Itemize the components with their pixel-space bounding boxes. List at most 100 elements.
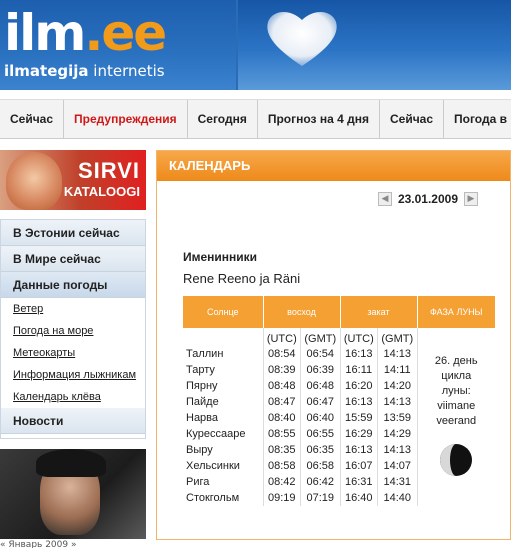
col-header-moon-phase: ФАЗА ЛУНЫ [417, 296, 495, 328]
sunrise-gmt: 06:42 [300, 474, 340, 490]
sunset-utc: 16:20 [339, 378, 378, 394]
sunset-gmt: 14:29 [377, 426, 417, 442]
namedays-value: Rene Reeno ja Räni [183, 271, 301, 286]
sunrise-gmt: 06:39 [300, 362, 340, 378]
main-nav: Сейчас Предупреждения Сегодня Прогноз на… [0, 99, 511, 139]
city-name: Таллин [186, 348, 224, 360]
city-name: Стокгольм [186, 492, 240, 504]
date-navigator: ◀ 23.01.2009 ▶ [377, 191, 478, 207]
current-date: 23.01.2009 [397, 192, 458, 206]
moon-line: veerand [436, 415, 477, 427]
moon-phase-cell: 26. день цикла луны: viimane veerand [416, 328, 495, 506]
calendar-panel: КАЛЕНДАРЬ ◀ 23.01.2009 ▶ Именинники Rene… [156, 150, 511, 540]
sidemenu-link-skiers-info[interactable]: Информация лыжникам [1, 364, 145, 386]
ad-text-line1: SIRVI [77, 158, 140, 183]
moon-phase-text: 26. день цикла луны: viimane veerand [421, 332, 493, 429]
logo-tagline-rest: internetis [88, 62, 165, 80]
city-name: Нарва [186, 412, 219, 424]
col-header-sunrise: восход [263, 296, 341, 328]
sunset-utc: 16:07 [339, 458, 378, 474]
sunset-utc: 16:13 [339, 346, 378, 362]
unit-utc: (UTC) [262, 328, 301, 346]
logo-wordmark: ilm.ee [4, 4, 167, 62]
sidemenu-weather-data[interactable]: Данные погоды [1, 272, 145, 298]
logo-tagline: ilmategija internetis [4, 62, 165, 80]
moon-line: 26. день цикла [434, 355, 478, 382]
sunset-utc: 16:31 [339, 474, 378, 490]
side-menu: В Эстонии сейчас В Мире сейчас Данные по… [0, 219, 146, 439]
ad-text-line2: KATALOOGI [63, 184, 140, 199]
city-name: Рига [186, 476, 210, 488]
col-header-sun: Солнце [183, 296, 264, 328]
sunset-gmt: 14:20 [377, 378, 417, 394]
ad-banner-photo[interactable] [0, 449, 146, 539]
ad-banner-catalog[interactable]: SIRVI KATALOOGI [0, 150, 146, 210]
sunset-gmt: 14:07 [377, 458, 417, 474]
calendar-title: КАЛЕНДАРЬ [157, 151, 510, 181]
sunset-utc: 16:11 [339, 362, 378, 378]
arrow-right-icon[interactable]: ▶ [464, 192, 478, 206]
ad-model-face [6, 152, 62, 210]
sunrise-utc: 08:40 [262, 410, 301, 426]
moon-line: луны: [441, 385, 471, 397]
sunset-gmt: 14:11 [377, 362, 417, 378]
sidemenu-link-fishing-calendar[interactable]: Календарь клёва [1, 386, 145, 408]
sunrise-gmt: 06:35 [300, 442, 340, 458]
city-name: Курессааре [186, 428, 246, 440]
sunset-gmt: 14:40 [377, 490, 417, 506]
sunrise-gmt: 06:55 [300, 426, 340, 442]
unit-utc: (UTC) [339, 328, 378, 346]
sunrise-gmt: 06:54 [300, 346, 340, 362]
nav-item-forecast-4days[interactable]: Прогноз на 4 дня [258, 100, 380, 138]
nav-item-now[interactable]: Сейчас [0, 100, 65, 138]
sunset-gmt: 14:13 [377, 394, 417, 410]
mini-calendar-header[interactable]: « Январь 2009 » [0, 540, 146, 548]
nav-item-world-weather[interactable]: Погода в м [444, 100, 511, 138]
units-row: (UTC) (GMT) (UTC) (GMT) 26. день цикла л… [183, 328, 495, 506]
city-name: Пайде [186, 396, 219, 408]
sunset-gmt: 14:13 [377, 346, 417, 362]
sidemenu-link-sea-weather[interactable]: Погода на море [1, 320, 145, 342]
sunset-gmt: 13:59 [377, 410, 417, 426]
city-name: Хельсинки [186, 460, 240, 472]
nav-item-warnings[interactable]: Предупреждения [64, 100, 188, 138]
sunrise-utc: 08:58 [262, 458, 301, 474]
sidemenu-news[interactable]: Новости [1, 408, 145, 434]
city-name: Выру [186, 444, 213, 456]
sunrise-gmt: 07:19 [300, 490, 340, 506]
sunrise-utc: 08:47 [262, 394, 301, 410]
sunset-utc: 16:40 [339, 490, 378, 506]
nav-item-today[interactable]: Сегодня [188, 100, 258, 138]
cloud-heart-icon [267, 11, 337, 66]
sunrise-gmt: 06:48 [300, 378, 340, 394]
sun-times-table: Солнце восход закат ФАЗА ЛУНЫ (UTC) (GMT… [183, 296, 495, 506]
sunrise-gmt: 06:40 [300, 410, 340, 426]
moon-line: viimane [437, 400, 476, 412]
logo-text-ee: ee [101, 4, 167, 62]
sunrise-gmt: 06:58 [300, 458, 340, 474]
site-header: ilm.ee ilmategija internetis [0, 0, 511, 90]
unit-gmt: (GMT) [300, 328, 340, 346]
sunset-gmt: 14:31 [377, 474, 417, 490]
site-logo[interactable]: ilm.ee ilmategija internetis [0, 0, 236, 90]
nav-item-now-2[interactable]: Сейчас [380, 100, 445, 138]
arrow-left-icon[interactable]: ◀ [377, 192, 392, 206]
sunset-utc: 15:59 [339, 410, 378, 426]
sidemenu-link-meteomaps[interactable]: Метеокарты [1, 342, 145, 364]
sidemenu-world-now[interactable]: В Мире сейчас [1, 246, 145, 272]
sidemenu-link-wind[interactable]: Ветер [1, 298, 145, 320]
sunrise-utc: 08:55 [262, 426, 301, 442]
sunset-utc: 16:29 [339, 426, 378, 442]
sunset-utc: 16:13 [339, 394, 378, 410]
sunset-utc: 16:13 [339, 442, 378, 458]
logo-tagline-bold: ilmategija [4, 62, 89, 80]
logo-text-dot: . [84, 4, 103, 62]
sunrise-utc: 08:42 [262, 474, 301, 490]
ad-person-hair [36, 449, 106, 477]
sidemenu-estonia-now[interactable]: В Эстонии сейчас [1, 220, 145, 246]
moon-phase-icon [440, 444, 473, 476]
sunrise-gmt: 06:47 [300, 394, 340, 410]
city-name: Пярну [186, 380, 218, 392]
logo-text-ilm: ilm [4, 4, 86, 62]
sunrise-utc: 08:39 [262, 362, 301, 378]
